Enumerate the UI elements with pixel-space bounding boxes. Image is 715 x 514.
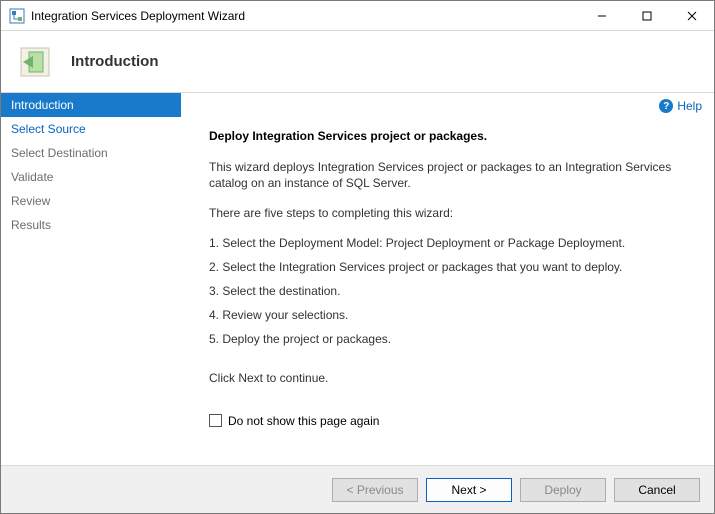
step-1: 1. Select the Deployment Model: Project … (209, 236, 696, 250)
app-icon (9, 8, 25, 24)
dont-show-row: Do not show this page again (209, 414, 696, 428)
help-label: Help (677, 99, 702, 113)
steps-list: 1. Select the Deployment Model: Project … (209, 236, 696, 356)
dont-show-label: Do not show this page again (228, 414, 379, 428)
sidebar-item-results: Results (1, 213, 181, 237)
wizard-sidebar: Introduction Select Source Select Destin… (1, 93, 181, 465)
help-icon: ? (659, 99, 673, 113)
wizard-content: ? Help Deploy Integration Services proje… (181, 93, 714, 465)
wizard-banner: Introduction (1, 31, 714, 93)
step-5: 5. Deploy the project or packages. (209, 332, 696, 346)
banner-heading: Introduction (71, 53, 158, 70)
title-bar: Integration Services Deployment Wizard (1, 1, 714, 31)
page-title: Deploy Integration Services project or p… (209, 129, 696, 143)
sidebar-item-review: Review (1, 189, 181, 213)
wizard-window: Integration Services Deployment Wizard I… (0, 0, 715, 514)
maximize-button[interactable] (624, 1, 669, 30)
close-button[interactable] (669, 1, 714, 30)
window-title: Integration Services Deployment Wizard (31, 9, 579, 23)
minimize-button[interactable] (579, 1, 624, 30)
wizard-footer: < Previous Next > Deploy Cancel (1, 465, 714, 513)
dont-show-checkbox[interactable] (209, 414, 222, 427)
step-4: 4. Review your selections. (209, 308, 696, 322)
deploy-button: Deploy (520, 478, 606, 502)
wizard-body: Introduction Select Source Select Destin… (1, 93, 714, 465)
sidebar-item-validate: Validate (1, 165, 181, 189)
intro-paragraph: This wizard deploys Integration Services… (209, 159, 696, 191)
sidebar-item-select-destination: Select Destination (1, 141, 181, 165)
sidebar-item-select-source[interactable]: Select Source (1, 117, 181, 141)
sidebar-item-introduction[interactable]: Introduction (1, 93, 181, 117)
next-button[interactable]: Next > (426, 478, 512, 502)
steps-lead: There are five steps to completing this … (209, 205, 696, 221)
previous-button: < Previous (332, 478, 418, 502)
wizard-icon (15, 42, 55, 82)
step-3: 3. Select the destination. (209, 284, 696, 298)
continue-hint: Click Next to continue. (209, 370, 696, 386)
help-link[interactable]: ? Help (659, 99, 702, 113)
step-2: 2. Select the Integration Services proje… (209, 260, 696, 274)
cancel-button[interactable]: Cancel (614, 478, 700, 502)
window-controls (579, 1, 714, 30)
